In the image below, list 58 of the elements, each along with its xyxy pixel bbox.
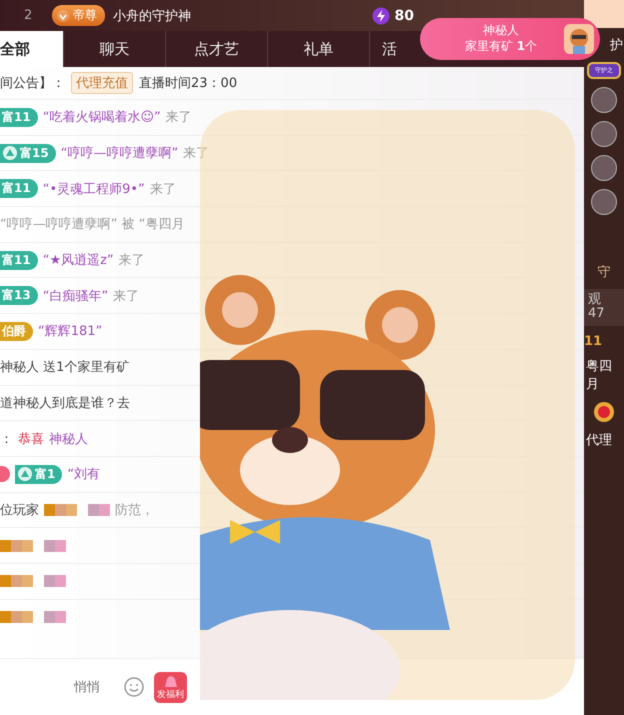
user-name: “哼哼—哼哼遭孽啊”: [60, 145, 178, 162]
recharge-tag: 代理充值: [71, 72, 133, 94]
rank-badge: 帝尊: [52, 5, 105, 26]
rank-level: 11: [584, 334, 602, 349]
announcement-text: 直播时间23：00: [139, 75, 238, 92]
message-text: 防范，: [115, 502, 154, 519]
message-text: 来了: [118, 252, 145, 270]
chat-tab[interactable]: 全部: [0, 31, 64, 67]
user-name: 小舟的守护神: [113, 8, 191, 24]
medal-icon: [593, 400, 615, 423]
gift-text: 家里有矿 1个: [464, 39, 538, 55]
message-text: 来了: [166, 109, 192, 126]
message-text: 来了: [113, 288, 140, 305]
avatar-placeholder: [591, 189, 617, 215]
level-badge: 富11: [0, 179, 38, 198]
guard-label: 守: [598, 264, 610, 281]
user-name: 神秘人: [49, 430, 88, 448]
level-badge: 富15: [0, 144, 56, 163]
message-text: 神秘人 送1个家里有矿: [0, 359, 130, 376]
message-text: 来了: [183, 145, 210, 162]
user-name: “•灵魂工程师9•”: [42, 180, 145, 198]
lightning-icon: [372, 6, 390, 24]
bag-icon: [162, 674, 178, 688]
gift-button[interactable]: 发福利: [154, 672, 187, 702]
score-value: 80: [394, 8, 414, 24]
viewers-label: 观: [588, 293, 602, 308]
chat-tab[interactable]: 活: [370, 31, 416, 67]
message-text: 来了: [150, 180, 176, 198]
avatar-placeholder: [591, 121, 617, 147]
crest-icon: [56, 8, 70, 22]
card-background: [584, 0, 624, 28]
avatar-placeholder: [591, 87, 617, 113]
user-name: 粤四月: [585, 358, 613, 393]
level-badge: 富11: [0, 250, 38, 270]
guard-label: 护: [610, 37, 624, 54]
message-text: 位玩家: [0, 502, 39, 519]
level-badge: 伯爵: [0, 322, 33, 341]
viewers-count: 47: [588, 307, 606, 322]
congrats-text: 恭喜: [18, 430, 44, 448]
user-name: 代理: [585, 432, 612, 449]
level-badge: 富1: [15, 464, 62, 484]
gift-sender: 神秘人: [483, 23, 519, 39]
user-name: “★风逍遥z”: [42, 252, 114, 270]
bear-icon: [564, 24, 594, 54]
message-text: “哼哼—哼哼遭孽啊” 被 “粤四月: [0, 216, 184, 234]
announcement-label: 间公告】：: [0, 75, 65, 92]
user-name: “刘有: [67, 466, 100, 484]
avatar-placeholder: [591, 155, 617, 181]
message-field[interactable]: 悄悄: [72, 678, 114, 696]
user-name: “辉辉181”: [38, 323, 102, 340]
level-badge: 富13: [0, 286, 38, 306]
user-name: “吃着火锅喝着水☺”: [42, 109, 161, 126]
level-badge: 富11: [0, 108, 38, 127]
smiley-icon[interactable]: [124, 677, 144, 697]
message-text: 道神秘人到底是谁？去: [0, 394, 130, 412]
rank-number: 2: [24, 8, 34, 23]
user-name: “白痴骚年”: [42, 288, 108, 305]
message-text: ：: [0, 430, 13, 448]
